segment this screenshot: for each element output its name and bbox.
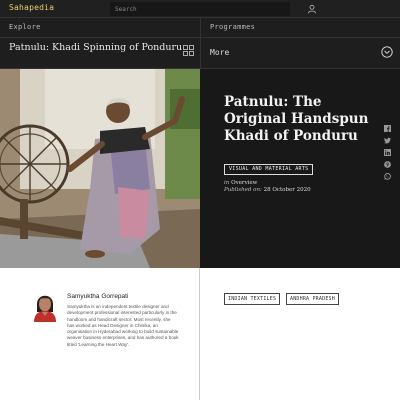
twitter-icon[interactable] — [384, 137, 391, 144]
author-avatar — [32, 290, 58, 322]
pinterest-icon[interactable] — [384, 161, 391, 168]
category-tag[interactable]: VISUAL AND MATERIAL ARTS — [224, 164, 314, 175]
article-breadcrumb-title: Patnulu: Khadi Spinning of Ponduru — [9, 42, 183, 53]
published-date: 28 October 2020 — [263, 187, 311, 193]
grid-icon[interactable] — [183, 45, 194, 56]
linkedin-icon[interactable] — [384, 149, 391, 156]
author-portrait-image — [32, 290, 58, 322]
section-prefix: in — [224, 180, 230, 186]
facebook-icon[interactable] — [384, 125, 391, 132]
hero-photo — [0, 69, 200, 268]
tag-andhra-pradesh[interactable]: ANDHRA PRADESH — [286, 293, 339, 305]
section-link[interactable]: Overview — [231, 180, 257, 186]
user-icon[interactable] — [307, 4, 317, 14]
search-input[interactable] — [110, 2, 290, 16]
nav-programmes[interactable]: Programmes — [210, 23, 255, 31]
tag-indian-textiles[interactable]: INDIAN TEXTILES — [224, 293, 281, 305]
published-line: Published on: 28 October 2020 — [224, 187, 311, 193]
more-menu-label[interactable]: More — [210, 48, 229, 57]
author-name[interactable]: Samyuktha Gorrepati — [67, 293, 128, 300]
author-section: Samyuktha Gorrepati Samyuktha is an inde… — [0, 268, 400, 400]
article-subheader: Patnulu: Khadi Spinning of Ponduru More — [0, 38, 400, 69]
chevron-down-circle-icon[interactable] — [381, 46, 393, 58]
article-title: Patnulu: The Original Handspun Khadi of … — [224, 94, 369, 144]
woman-spinning-charkha-image — [0, 69, 200, 268]
whatsapp-icon[interactable] — [384, 173, 391, 180]
nav-divider — [200, 18, 201, 38]
hero-info-panel: Patnulu: The Original Handspun Khadi of … — [200, 69, 400, 268]
author-bio: Samyuktha is an independent textile desi… — [67, 304, 179, 347]
site-logo[interactable]: Sahapedia — [9, 3, 54, 12]
nav-explore[interactable]: Explore — [9, 23, 41, 31]
subheader-divider — [200, 38, 201, 69]
bottom-divider — [199, 268, 200, 400]
section-line: in Overview — [224, 180, 257, 186]
published-prefix: Published on: — [224, 187, 262, 193]
main-nav: Explore Programmes — [0, 18, 400, 38]
top-bar: Sahapedia — [0, 0, 400, 18]
